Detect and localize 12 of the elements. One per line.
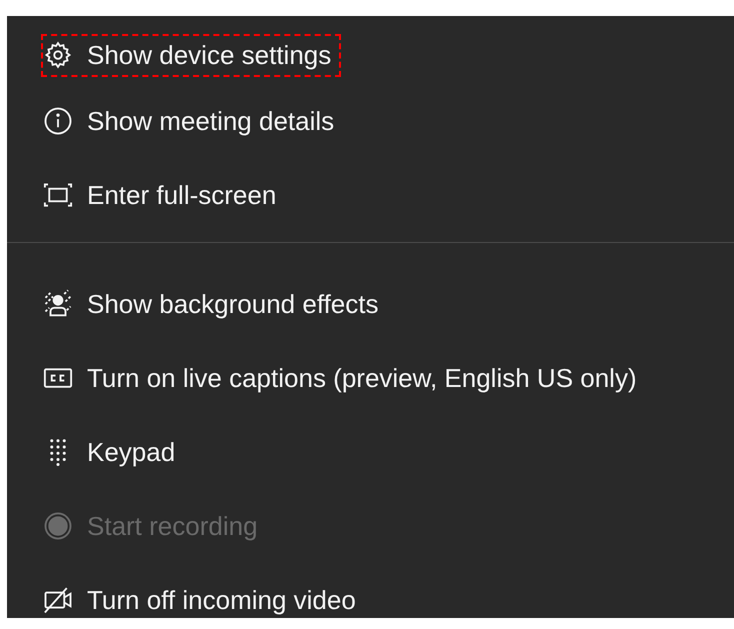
menu-item[interactable]: Show meeting details [11, 100, 344, 142]
info-icon [43, 106, 73, 136]
settings-icon [43, 40, 73, 70]
menu-item[interactable]: Show background effects [11, 282, 388, 326]
record-icon [43, 511, 73, 541]
menu-item[interactable]: Show device settings [41, 34, 342, 76]
menu-item[interactable]: Turn off incoming video [11, 578, 366, 622]
menu-item[interactable]: Enter full-screen [11, 174, 286, 216]
video-off-icon [43, 585, 73, 615]
menu-item[interactable]: Turn on live captions (preview, English US only) [11, 356, 647, 400]
menu-item[interactable]: Keypad [11, 430, 186, 474]
background-effects-icon [43, 289, 73, 319]
